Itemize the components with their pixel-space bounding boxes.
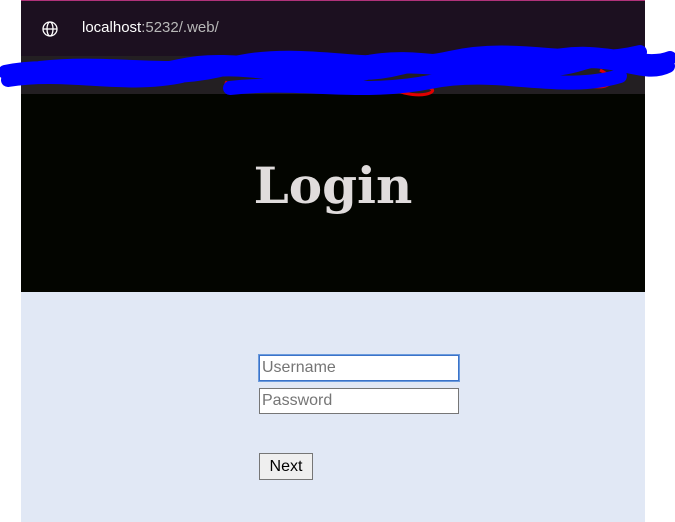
url-path: :5232/.web/ — [141, 19, 219, 36]
username-input[interactable] — [259, 355, 459, 381]
url-host: localhost — [82, 19, 142, 36]
globe-icon — [42, 21, 58, 37]
browser-window: localhost:5232/.web/ Login Next — [21, 0, 645, 522]
url-text[interactable]: localhost:5232/.web/ — [82, 19, 219, 36]
login-form-area: Next — [21, 292, 645, 522]
password-input[interactable] — [259, 388, 459, 414]
page-title: Login — [253, 156, 413, 215]
address-bar[interactable]: localhost:5232/.web/ — [21, 0, 645, 56]
page-header: Login — [21, 94, 645, 292]
next-button[interactable]: Next — [259, 453, 313, 480]
redacted-strip — [21, 56, 645, 94]
